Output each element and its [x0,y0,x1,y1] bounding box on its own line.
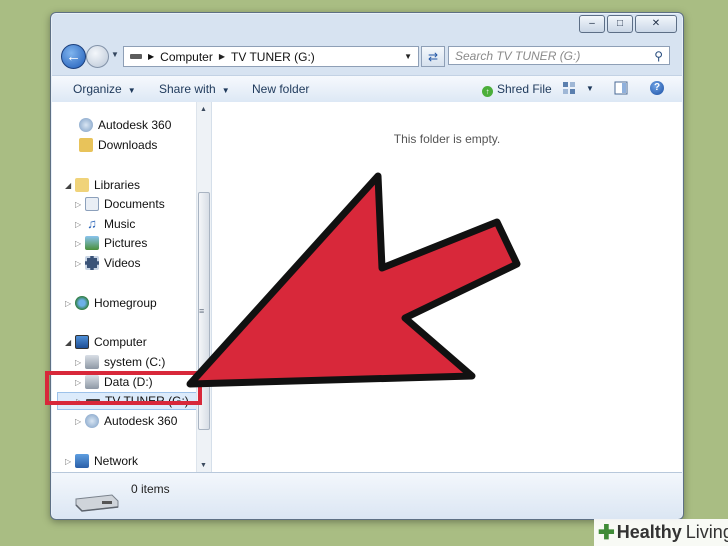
libraries-icon [75,178,89,192]
hard-drive-icon [85,375,99,389]
plus-logo-icon: ✚ [598,522,615,544]
collapsed-triangle-icon[interactable]: ▷ [65,299,75,308]
collapsed-triangle-icon[interactable]: ▷ [75,417,85,426]
share-with-button[interactable]: Share with ▼ [159,82,230,96]
sidebar-item-music[interactable]: ▷ ♫ Music [75,215,135,233]
sidebar-item-homegroup[interactable]: ▷ Homegroup [65,294,157,312]
sidebar-item-autodesk-360-drive[interactable]: ▷ Autodesk 360 [75,412,177,430]
refresh-button[interactable]: ⇄ [421,46,445,67]
breadcrumb-separator-icon: ▶ [218,52,225,61]
shred-icon: ↑ [482,86,493,97]
network-icon [75,454,89,468]
forward-button[interactable] [86,45,109,68]
minimize-button[interactable]: – [579,15,605,33]
music-icon: ♫ [87,216,97,231]
help-icon[interactable]: ? [650,81,664,95]
search-placeholder: Search TV TUNER (G:) [455,48,581,63]
navigation-bar: ← ▼ ▶ Computer ▶ TV TUNER (G:) ▼ ⇄ Searc… [59,43,671,71]
scroll-up-icon[interactable]: ▲ [200,106,207,113]
navigation-pane: Autodesk 360 Downloads ◢ Libraries ▷ Doc… [52,102,212,472]
search-input[interactable]: Search TV TUNER (G:) ⚲ [448,46,670,65]
collapsed-triangle-icon[interactable]: ▷ [75,220,85,229]
breadcrumb-drive[interactable]: TV TUNER (G:) [231,50,315,64]
drive-icon [130,54,142,59]
collapsed-triangle-icon[interactable]: ▷ [75,358,85,367]
expanded-triangle-icon[interactable]: ◢ [65,338,75,347]
sidebar-item-downloads[interactable]: Downloads [69,136,157,154]
watermark-logo: ✚ Healthy Living [594,519,728,546]
sidebar-item-documents[interactable]: ▷ Documents [75,195,165,213]
collapsed-triangle-icon[interactable]: ▷ [75,200,85,209]
sidebar-item-videos[interactable]: ▷ Videos [75,254,140,272]
sidebar-item-computer[interactable]: ◢ Computer [65,333,147,351]
collapsed-triangle-icon[interactable]: ▷ [76,397,86,406]
sidebar-item-libraries[interactable]: ◢ Libraries [65,176,140,194]
view-options-chevron-icon[interactable]: ▼ [586,84,594,93]
sidebar-item-data-d[interactable]: ▷ Data (D:) [75,373,153,391]
sidebar-item-tv-tuner-g[interactable]: ▷ TV TUNER (G:) [57,392,200,410]
removable-drive-large-icon [75,494,119,512]
address-separator-icon: ▶ [148,52,155,61]
chevron-down-icon: ▼ [221,86,230,95]
explorer-window: – □ ✕ ← ▼ ▶ Computer ▶ TV TUNER (G:) ▼ ⇄… [50,12,684,520]
details-pane: 0 items [52,472,682,519]
documents-icon [85,197,99,211]
collapsed-triangle-icon[interactable]: ▷ [75,239,85,248]
maximize-button[interactable]: □ [607,15,633,33]
sidebar-item-system-c[interactable]: ▷ system (C:) [75,353,165,371]
recent-pages-dropdown[interactable]: ▼ [111,50,119,59]
item-count: 0 items [131,482,170,496]
organize-button[interactable]: Organize ▼ [73,82,136,96]
search-icon[interactable]: ⚲ [654,49,663,63]
window-controls: – □ ✕ [579,15,677,33]
shred-file-button[interactable]: ↑ Shred File [482,82,552,97]
watermark-brand-bold: Healthy [616,522,682,542]
sidebar-item-network[interactable]: ▷ Network [65,452,138,470]
downloads-folder-icon [79,138,93,152]
collapsed-triangle-icon[interactable]: ▷ [75,378,85,387]
pictures-icon [85,236,99,250]
cloud-icon [79,118,93,132]
collapsed-triangle-icon[interactable]: ▷ [65,457,75,466]
removable-drive-icon [86,394,100,408]
refresh-icon: ⇄ [427,49,439,64]
watermark-brand-light: Living [685,522,728,542]
preview-pane-icon[interactable] [614,81,628,95]
chevron-down-icon: ▼ [127,86,136,95]
address-dropdown-icon[interactable]: ▼ [404,52,412,61]
homegroup-icon [75,296,89,310]
sidebar-item-autodesk-360[interactable]: Autodesk 360 [69,116,171,134]
scroll-grip-icon: ≡ [199,306,205,316]
back-button[interactable]: ← [61,44,86,69]
sidebar-item-pictures[interactable]: ▷ Pictures [75,234,147,252]
empty-folder-message: This folder is empty. [393,132,501,146]
scroll-down-icon[interactable]: ▼ [200,462,207,469]
back-arrow-icon: ← [66,48,81,65]
address-bar[interactable]: ▶ Computer ▶ TV TUNER (G:) ▼ [123,46,419,67]
file-list[interactable]: This folder is empty. [212,102,682,472]
hard-drive-icon [85,355,99,369]
breadcrumb-computer[interactable]: Computer [160,50,213,64]
new-folder-button[interactable]: New folder [252,82,309,96]
command-bar: Organize ▼ Share with ▼ New folder ↑ Shred … [52,75,682,103]
cloud-icon [85,414,99,428]
close-button[interactable]: ✕ [635,15,677,33]
videos-icon [85,256,99,270]
collapsed-triangle-icon[interactable]: ▷ [75,259,85,268]
change-view-icon[interactable] [562,81,576,95]
computer-icon [75,335,89,349]
expanded-triangle-icon[interactable]: ◢ [65,181,75,190]
navigation-scrollbar[interactable]: ▲ ≡ ▼ [196,102,211,472]
